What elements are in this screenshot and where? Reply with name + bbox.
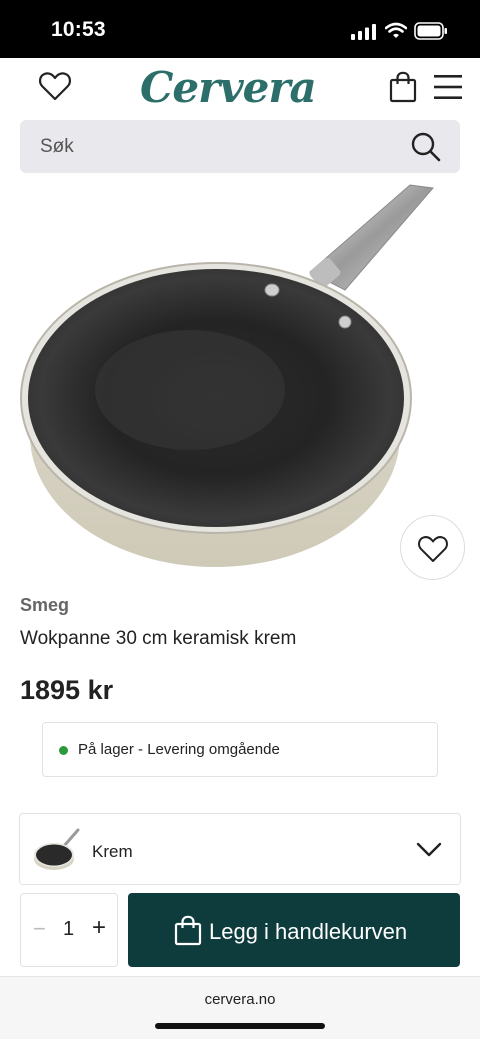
variant-select[interactable]: Krem xyxy=(19,813,461,885)
product-price: 1895 kr xyxy=(20,675,114,705)
search-input[interactable]: Søk xyxy=(40,136,74,158)
site-logo[interactable]: Cervera xyxy=(140,62,317,114)
wishlist-heart-icon[interactable] xyxy=(38,70,72,102)
variant-selected-label: Krem xyxy=(92,842,133,861)
quantity-decrease-button[interactable]: − xyxy=(33,916,46,942)
stock-status-box: På lager - Levering omgående xyxy=(42,722,438,777)
battery-icon xyxy=(414,22,447,40)
product-name: Wokpanne 30 cm keramisk krem xyxy=(20,628,297,649)
quantity-increase-button[interactable]: + xyxy=(92,914,106,942)
hamburger-menu-icon[interactable] xyxy=(434,74,462,100)
add-to-cart-button[interactable]: Legg i handlekurven xyxy=(128,893,460,967)
product-brand[interactable]: Smeg xyxy=(20,595,69,616)
add-to-cart-label: Legg i handlekurven xyxy=(209,919,408,944)
search-icon[interactable] xyxy=(410,131,442,163)
favorite-button[interactable] xyxy=(400,515,465,580)
product-image[interactable] xyxy=(0,180,480,580)
wifi-icon xyxy=(385,22,407,38)
clock: 10:53 xyxy=(51,18,106,41)
chevron-down-icon xyxy=(416,842,442,857)
variant-thumbnail xyxy=(34,828,80,870)
quantity-value[interactable]: 1 xyxy=(63,918,74,941)
quantity-stepper: − 1 + xyxy=(20,893,118,967)
shopping-bag-icon xyxy=(174,915,202,946)
browser-address-bar[interactable]: cervera.no xyxy=(0,976,480,1039)
status-bar: 10:53 xyxy=(0,0,480,58)
stock-status-text: På lager - Levering omgående xyxy=(78,741,280,758)
in-stock-dot-icon xyxy=(59,746,68,755)
heart-icon xyxy=(418,536,448,562)
home-indicator[interactable] xyxy=(155,1023,325,1029)
signal-icon xyxy=(351,24,376,40)
cart-bag-icon[interactable] xyxy=(389,71,417,103)
address-domain[interactable]: cervera.no xyxy=(0,991,480,1008)
search-bar[interactable]: Søk xyxy=(20,120,460,173)
